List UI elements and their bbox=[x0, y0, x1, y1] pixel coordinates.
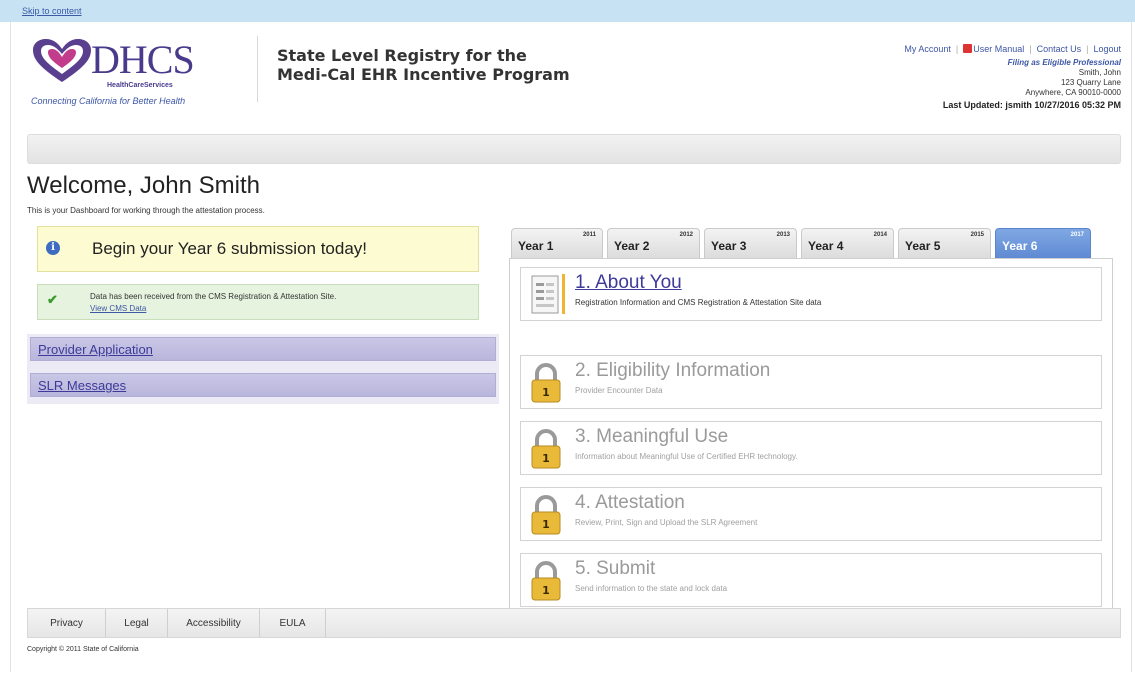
step-description: Send information to the state and lock d… bbox=[575, 584, 728, 593]
top-links: My Account | User Manual | Contact Us | Logout bbox=[904, 44, 1121, 54]
tab-year: 2013 bbox=[776, 232, 790, 238]
step-title[interactable]: 1. About You bbox=[575, 272, 682, 294]
tab-year: 2015 bbox=[970, 232, 984, 238]
tab-year-2[interactable]: Year 2 2012 bbox=[607, 228, 700, 258]
logo-text: DHCS bbox=[91, 37, 195, 82]
tab-label: Year 5 bbox=[905, 239, 941, 253]
step-title: 4. Attestation bbox=[575, 492, 685, 513]
checkmark-icon: ✔ bbox=[47, 292, 58, 307]
page: DHCS HealthCareServices Connecting Calif… bbox=[10, 22, 1132, 672]
lock-icon: 1 bbox=[531, 429, 561, 469]
pdf-icon bbox=[963, 44, 973, 53]
user-info: Filing as Eligible Professional Smith, J… bbox=[943, 58, 1121, 110]
tab-year-5[interactable]: Year 5 2015 bbox=[898, 228, 991, 258]
logo-tagline: Connecting California for Better Health bbox=[31, 96, 186, 106]
logout-link[interactable]: Logout bbox=[1093, 44, 1121, 54]
step-attestation: 1 4. Attestation Review, Print, Sign and… bbox=[520, 487, 1102, 541]
step-description: Information about Meaningful Use of Cert… bbox=[575, 452, 798, 461]
tab-label: Year 3 bbox=[711, 239, 747, 253]
left-nav: Provider Application SLR Messages bbox=[27, 334, 499, 404]
user-manual-link[interactable]: User Manual bbox=[973, 44, 1024, 54]
tab-label: Year 2 bbox=[614, 239, 650, 253]
tab-year: 2011 bbox=[582, 232, 596, 238]
step-description: Registration Information and CMS Registr… bbox=[575, 298, 822, 307]
copyright: Copyright © 2011 State of California bbox=[27, 646, 139, 653]
notice-text: Begin your Year 6 submission today! bbox=[92, 239, 368, 258]
last-updated: Last Updated: jsmith 10/27/2016 05:32 PM bbox=[942, 100, 1121, 110]
link-separator: | bbox=[1086, 44, 1089, 54]
steps-panel: 1. About You Registration Information an… bbox=[509, 258, 1113, 620]
step-title: 3. Meaningful Use bbox=[575, 426, 729, 447]
tab-year: 2014 bbox=[873, 232, 887, 238]
footer-bar: Privacy Legal Accessibility EULA bbox=[27, 608, 1121, 638]
document-icon bbox=[531, 275, 559, 314]
welcome-subtitle: This is your Dashboard for working throu… bbox=[27, 206, 265, 215]
svg-text:1: 1 bbox=[542, 584, 550, 597]
link-separator: | bbox=[955, 44, 959, 54]
link-separator: | bbox=[1029, 44, 1032, 54]
top-band: Skip to content bbox=[0, 0, 1135, 22]
year-tabs: Year 1 2011 Year 2 2012 Year 3 2013 Year… bbox=[511, 228, 1111, 258]
step-submit: 1 5. Submit Send information to the stat… bbox=[520, 553, 1102, 607]
contact-us-link[interactable]: Contact Us bbox=[1037, 44, 1082, 54]
view-cms-data-link[interactable]: View CMS Data bbox=[90, 304, 146, 313]
tab-year-3[interactable]: Year 3 2013 bbox=[704, 228, 797, 258]
footer-eula-link[interactable]: EULA bbox=[260, 609, 326, 637]
nav-item-provider-application[interactable]: Provider Application bbox=[30, 337, 496, 361]
lock-icon: 1 bbox=[531, 495, 561, 535]
toolbar-bar bbox=[27, 134, 1121, 164]
tab-label: Year 6 bbox=[1002, 239, 1038, 253]
tab-year-1[interactable]: Year 1 2011 bbox=[511, 228, 603, 258]
lock-icon: 1 bbox=[531, 363, 561, 403]
skip-to-content-link[interactable]: Skip to content bbox=[22, 6, 82, 16]
submission-notice: i Begin your Year 6 submission today! bbox=[37, 226, 479, 272]
user-address-line1: 123 Quarry Lane bbox=[1060, 78, 1121, 87]
cms-status-text: Data has been received from the CMS Regi… bbox=[90, 292, 337, 301]
filing-as-label: Filing as Eligible Professional bbox=[1007, 58, 1121, 67]
footer-legal-link[interactable]: Legal bbox=[106, 609, 168, 637]
heart-logo-icon bbox=[33, 39, 91, 82]
cms-data-status: ✔ Data has been received from the CMS Re… bbox=[37, 284, 479, 320]
nav-item-slr-messages[interactable]: SLR Messages bbox=[30, 373, 496, 397]
footer-privacy-link[interactable]: Privacy bbox=[28, 609, 106, 637]
welcome-title: Welcome, John Smith bbox=[27, 172, 260, 199]
step-eligibility-information: 1 2. Eligibility Information Provider En… bbox=[520, 355, 1102, 409]
step-description: Review, Print, Sign and Upload the SLR A… bbox=[575, 518, 758, 527]
tab-year: 2017 bbox=[1070, 232, 1084, 238]
active-step-marker bbox=[562, 274, 565, 314]
logo-subtext: HealthCareServices bbox=[107, 82, 173, 89]
step-title: 2. Eligibility Information bbox=[575, 360, 771, 381]
tab-label: Year 1 bbox=[518, 239, 554, 253]
info-icon: i bbox=[46, 241, 60, 255]
step-meaningful-use: 1 3. Meaningful Use Information about Me… bbox=[520, 421, 1102, 475]
header-divider bbox=[257, 36, 258, 102]
step-title: 5. Submit bbox=[575, 558, 656, 579]
tab-year-4[interactable]: Year 4 2014 bbox=[801, 228, 894, 258]
tab-year: 2012 bbox=[679, 232, 693, 238]
user-name: Smith, John bbox=[1078, 68, 1121, 77]
app-title: State Level Registry for the Medi-Cal EH… bbox=[277, 46, 570, 84]
svg-text:1: 1 bbox=[542, 452, 550, 465]
step-description: Provider Encounter Data bbox=[575, 386, 663, 395]
svg-text:1: 1 bbox=[542, 386, 550, 399]
user-address-line2: Anywhere, CA 90010-0000 bbox=[1025, 88, 1121, 97]
svg-text:1: 1 bbox=[542, 518, 550, 531]
lock-icon: 1 bbox=[531, 561, 561, 601]
footer-accessibility-link[interactable]: Accessibility bbox=[168, 609, 260, 637]
dhcs-logo[interactable]: DHCS HealthCareServices Connecting Calif… bbox=[27, 32, 237, 112]
app-title-line2: Medi-Cal EHR Incentive Program bbox=[277, 65, 570, 84]
my-account-link[interactable]: My Account bbox=[904, 44, 951, 54]
tab-year-6[interactable]: Year 6 2017 bbox=[995, 228, 1091, 258]
app-title-line1: State Level Registry for the bbox=[277, 46, 527, 65]
tab-label: Year 4 bbox=[808, 239, 844, 253]
step-about-you[interactable]: 1. About You Registration Information an… bbox=[520, 267, 1102, 321]
